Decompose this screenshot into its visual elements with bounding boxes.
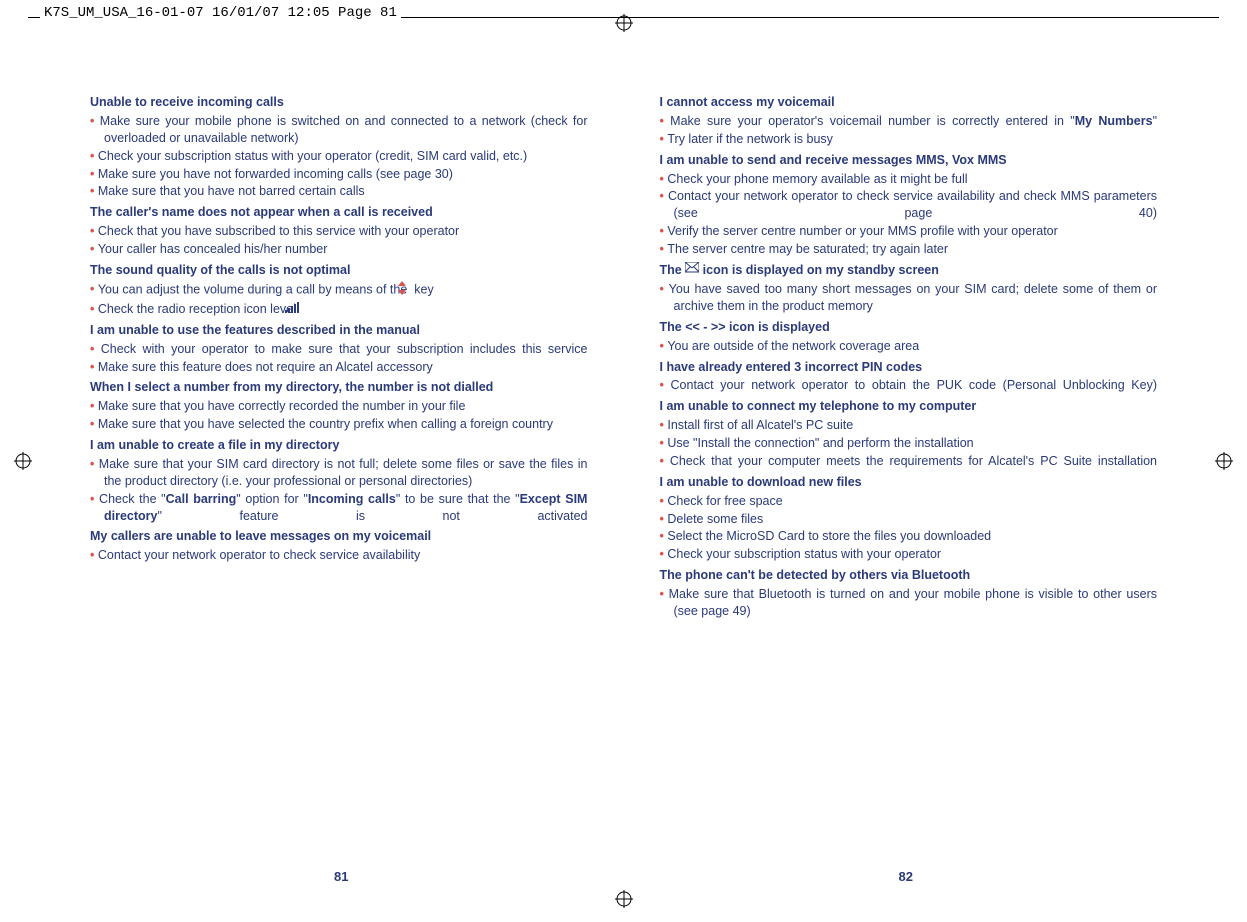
list-item: Your caller has concealed his/her number — [90, 241, 588, 258]
section-list: Install first of all Alcatel's PC suiteU… — [660, 417, 1158, 470]
list-item: Make sure this feature does not require … — [90, 359, 588, 376]
registration-mark-right-icon — [1215, 452, 1233, 470]
section-title: I cannot access my voicemail — [660, 94, 1158, 111]
registration-mark-left-icon — [14, 452, 32, 470]
section-list: You have saved too many short messages o… — [660, 281, 1158, 315]
list-item: Make sure you have not forwarded incomin… — [90, 166, 588, 183]
page-number-left: 81 — [334, 869, 348, 884]
section-title: The icon is displayed on my standby scre… — [660, 262, 1158, 279]
list-item: The server centre may be saturated; try … — [660, 241, 1158, 258]
registration-mark-bottom-icon — [615, 890, 633, 908]
list-item: Make sure your mobile phone is switched … — [90, 113, 588, 147]
page-header-text: K7S_UM_USA_16-01-07 16/01/07 12:05 Page … — [40, 5, 401, 21]
section-title: I am unable to connect my telephone to m… — [660, 398, 1158, 415]
signal-bars-icon — [299, 301, 301, 318]
section-list: Check for free spaceDelete some filesSel… — [660, 493, 1158, 564]
section-list: Make sure that you have correctly record… — [90, 398, 588, 433]
list-item: Make sure that Bluetooth is turned on an… — [660, 586, 1158, 620]
content-columns: Unable to receive incoming calls Make sur… — [90, 90, 1157, 624]
list-item: Install first of all Alcatel's PC suite — [660, 417, 1158, 434]
list-item: Make sure that you have correctly record… — [90, 398, 588, 415]
list-item: Check your subscription status with your… — [90, 148, 588, 165]
section-title: The phone can't be detected by others vi… — [660, 567, 1158, 584]
list-item: Check for free space — [660, 493, 1158, 510]
list-item: Make sure that you have not barred certa… — [90, 183, 588, 200]
section-title: The sound quality of the calls is not op… — [90, 262, 588, 279]
list-item: Check your phone memory available as it … — [660, 171, 1158, 188]
list-item: Verify the server centre number or your … — [660, 223, 1158, 240]
list-item: Make sure that your SIM card directory i… — [90, 456, 588, 490]
left-column: Unable to receive incoming calls Make sur… — [90, 90, 588, 624]
section-list: Check with your operator to make sure th… — [90, 341, 588, 376]
list-item: Delete some files — [660, 511, 1158, 528]
section-title: The caller's name does not appear when a… — [90, 204, 588, 221]
list-item: Check the "Call barring" option for "Inc… — [90, 491, 588, 525]
list-item: Make sure that you have selected the cou… — [90, 416, 588, 433]
section-list: Make sure your mobile phone is switched … — [90, 113, 588, 200]
section-title: I am unable to send and receive messages… — [660, 152, 1158, 169]
section-title: I am unable to download new files — [660, 474, 1158, 491]
list-item: Contact your network operator to check s… — [660, 188, 1158, 222]
message-icon — [685, 262, 699, 279]
list-item: Contact your network operator to check s… — [90, 547, 588, 564]
section-title: My callers are unable to leave messages … — [90, 528, 588, 545]
section-title: Unable to receive incoming calls — [90, 94, 588, 111]
section-list: Contact your network operator to check s… — [90, 547, 588, 564]
list-item: You can adjust the volume during a call … — [90, 281, 588, 300]
section-list: Make sure that your SIM card directory i… — [90, 456, 588, 525]
list-item: Use "Install the connection" and perform… — [660, 435, 1158, 452]
list-item: You have saved too many short messages o… — [660, 281, 1158, 315]
section-list: You are outside of the network coverage … — [660, 338, 1158, 355]
section-title: When I select a number from my directory… — [90, 379, 588, 396]
section-title: The << - >> icon is displayed — [660, 319, 1158, 336]
section-list: Contact your network operator to obtain … — [660, 377, 1158, 394]
page-number-right: 82 — [899, 869, 913, 884]
list-item: Check that your computer meets the requi… — [660, 453, 1158, 470]
section-title: I have already entered 3 incorrect PIN c… — [660, 359, 1158, 376]
section-title: I am unable to create a file in my direc… — [90, 437, 588, 454]
right-column: I cannot access my voicemail Make sure yo… — [660, 90, 1158, 624]
section-title: I am unable to use the features describe… — [90, 322, 588, 339]
list-item: You are outside of the network coverage … — [660, 338, 1158, 355]
section-list: Check your phone memory available as it … — [660, 171, 1158, 258]
registration-mark-top-icon — [615, 14, 633, 32]
list-item: Check with your operator to make sure th… — [90, 341, 588, 358]
section-list: Check that you have subscribed to this s… — [90, 223, 588, 258]
list-item: Contact your network operator to obtain … — [660, 377, 1158, 394]
list-item: Select the MicroSD Card to store the fil… — [660, 528, 1158, 545]
list-item: Make sure your operator's voicemail numb… — [660, 113, 1158, 130]
section-list: You can adjust the volume during a call … — [90, 281, 588, 318]
section-list: Make sure your operator's voicemail numb… — [660, 113, 1158, 148]
section-list: Make sure that Bluetooth is turned on an… — [660, 586, 1158, 620]
list-item: Check the radio reception icon level — [90, 301, 588, 318]
list-item: Check your subscription status with your… — [660, 546, 1158, 563]
list-item: Check that you have subscribed to this s… — [90, 223, 588, 240]
list-item: Try later if the network is busy — [660, 131, 1158, 148]
